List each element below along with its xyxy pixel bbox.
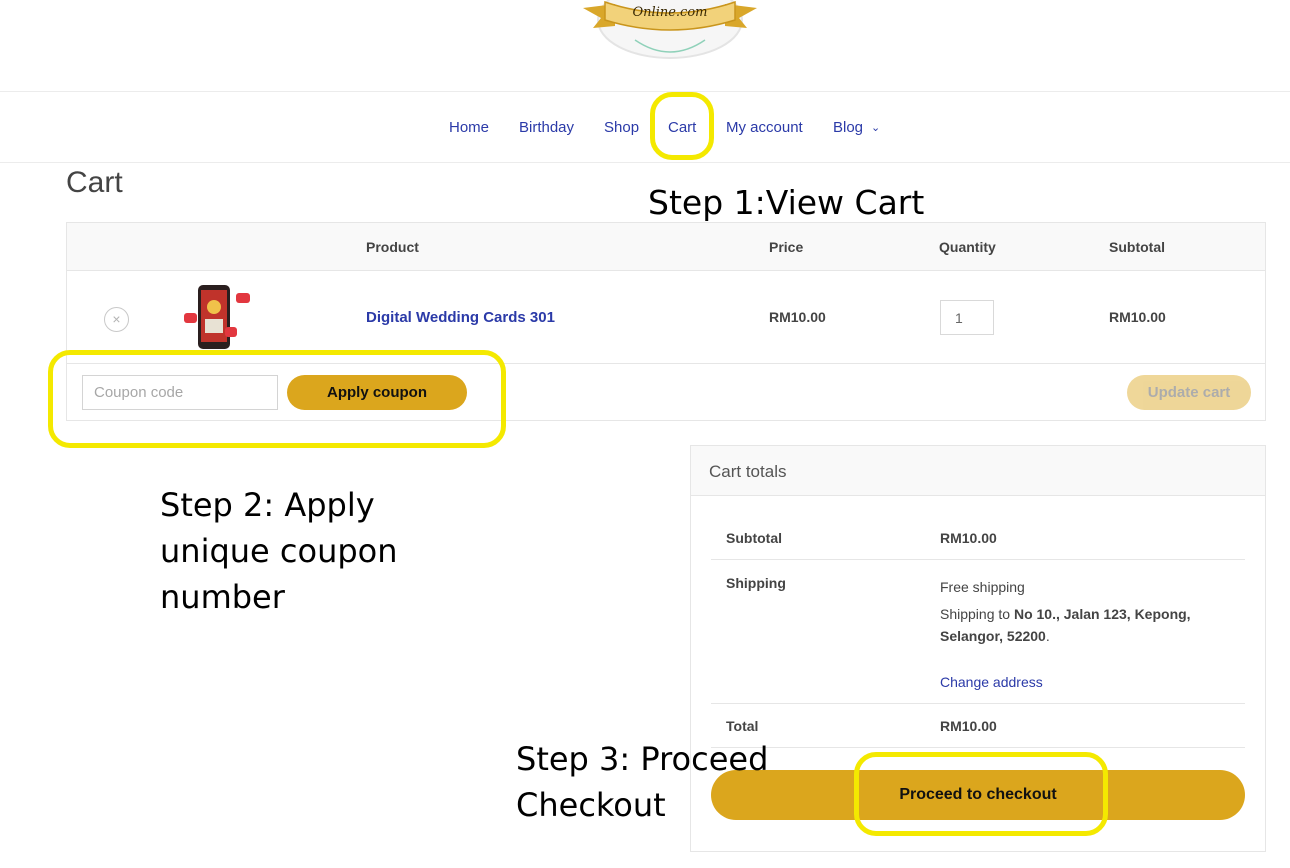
- main-navigation: [0, 91, 1290, 163]
- apply-coupon-button[interactable]: Apply coupon: [287, 375, 467, 410]
- step1-annotation: Step 1:View Cart: [648, 183, 925, 222]
- totals-divider: [711, 703, 1245, 704]
- change-address-link[interactable]: Change address: [940, 674, 1043, 690]
- row-divider: [67, 363, 1265, 364]
- item-subtotal: RM10.00: [1109, 309, 1166, 325]
- product-name-link[interactable]: Digital Wedding Cards 301: [366, 309, 555, 326]
- quantity-input[interactable]: [940, 300, 994, 335]
- total-label: Total: [726, 718, 759, 734]
- header-subtotal: Subtotal: [1109, 239, 1165, 255]
- nav-shop[interactable]: Shop: [604, 118, 639, 138]
- heart-bubble: [236, 293, 250, 303]
- header-quantity: Quantity: [939, 239, 996, 255]
- heart-bubble: [184, 313, 197, 323]
- totals-divider: [711, 559, 1245, 560]
- card-photo: [205, 319, 223, 333]
- nav-my-account[interactable]: My account: [726, 118, 803, 138]
- cart-totals-title: Cart totals: [709, 462, 787, 481]
- subtotal-label: Subtotal: [726, 530, 782, 546]
- total-value: RM10.00: [940, 718, 997, 734]
- proceed-to-checkout-button[interactable]: Proceed to checkout: [711, 770, 1245, 820]
- shipping-destination: Shipping to No 10., Jalan 123, Kepong, S…: [940, 603, 1230, 647]
- coupon-code-input[interactable]: [82, 375, 278, 410]
- shipping-prefix: Shipping to: [940, 606, 1014, 622]
- nav-blog-label: Blog: [833, 119, 864, 136]
- cart-table: Product Price Quantity Subtotal × Digita…: [66, 222, 1266, 421]
- site-logo[interactable]: Online.com: [575, 0, 765, 62]
- nav-blog[interactable]: Blog ⌄: [833, 118, 880, 139]
- shipping-label: Shipping: [726, 575, 786, 591]
- step2-annotation: Step 2: Apply unique coupon number: [160, 486, 398, 616]
- nav-home[interactable]: Home: [449, 118, 489, 138]
- card-emblem: [207, 300, 221, 314]
- heart-bubble: [225, 327, 237, 337]
- chevron-down-icon: ⌄: [871, 122, 881, 134]
- phone-screen: [201, 290, 227, 342]
- nav-cart[interactable]: Cart: [668, 118, 696, 138]
- shipping-suffix: .: [1045, 628, 1050, 644]
- item-price: RM10.00: [769, 309, 826, 325]
- totals-divider: [711, 747, 1245, 748]
- product-thumbnail[interactable]: [181, 283, 253, 351]
- nav-birthday[interactable]: Birthday: [519, 118, 574, 138]
- cart-totals-header: Cart totals: [691, 446, 1265, 496]
- shipping-method: Free shipping: [940, 579, 1025, 595]
- header-price: Price: [769, 239, 804, 255]
- page-title: Cart: [66, 166, 123, 199]
- cart-totals: Cart totals Subtotal RM10.00 Shipping Fr…: [690, 445, 1266, 852]
- cart-table-header: Product Price Quantity Subtotal: [67, 223, 1265, 271]
- subtotal-value: RM10.00: [940, 530, 997, 546]
- update-cart-button[interactable]: Update cart: [1127, 375, 1251, 410]
- remove-item-icon[interactable]: ×: [104, 307, 129, 332]
- logo-text: Online.com: [633, 5, 708, 20]
- header-product: Product: [366, 239, 419, 255]
- step3-annotation: Step 3: Proceed Checkout: [516, 740, 769, 824]
